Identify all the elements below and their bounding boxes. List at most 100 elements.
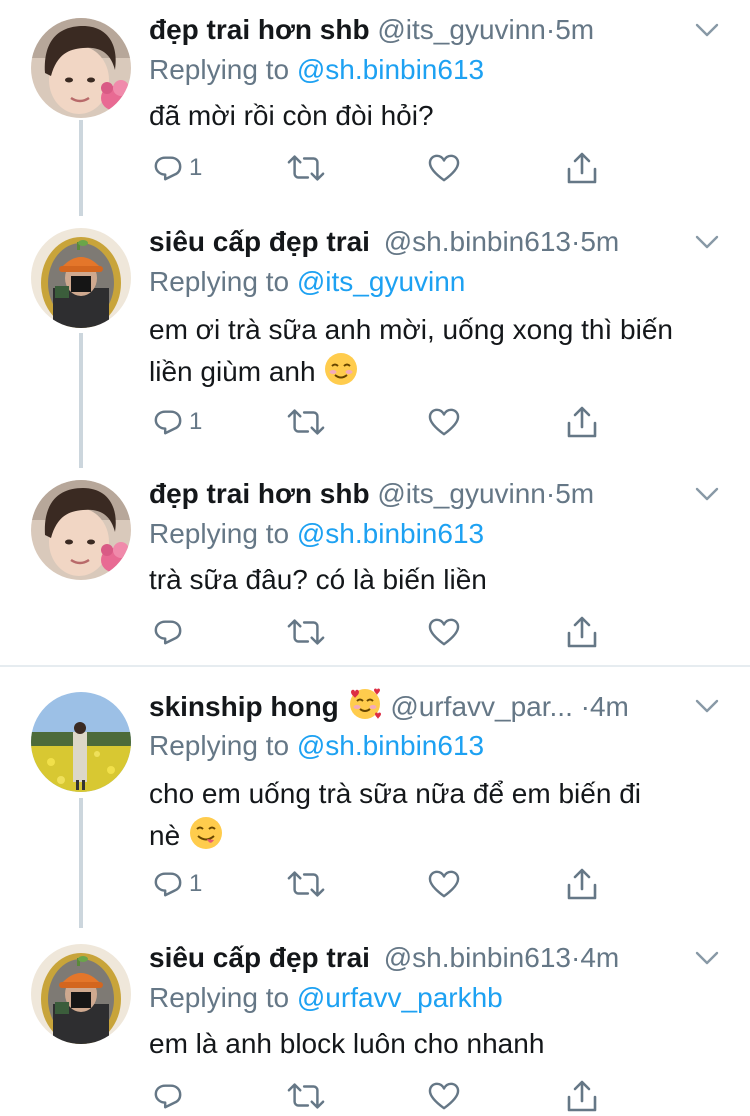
share-button[interactable] <box>566 1076 598 1116</box>
reply-button[interactable]: 1 <box>153 148 202 188</box>
share-button[interactable] <box>566 612 598 652</box>
retweet-button[interactable] <box>287 1076 325 1116</box>
tweet-text: cho em uống trà sữa nữa để em biến đi nè <box>149 773 724 857</box>
display-name[interactable]: siêu cấp đẹp trai <box>149 226 370 257</box>
replying-to-label: Replying to <box>149 982 290 1013</box>
tweet[interactable]: siêu cấp đẹp trai @sh.binbin613·4m Reply… <box>0 938 750 1108</box>
replying-to-label: Replying to <box>149 730 290 761</box>
like-icon <box>428 153 460 183</box>
tweet-text-line: liền giùm anh <box>149 351 724 393</box>
display-name[interactable]: skinship hong <box>149 691 339 722</box>
reply-button[interactable] <box>153 1076 183 1116</box>
share-icon <box>566 867 598 901</box>
tweet[interactable]: đẹp trai hơn shb @its_gyuvinn·5m Replyin… <box>0 474 750 664</box>
replying-to: Replying to @sh.binbin613 <box>149 514 484 554</box>
user-handle[interactable]: @sh.binbin613 <box>384 942 571 973</box>
tweet[interactable]: đẹp trai hơn shb @its_gyuvinn·5m Replyin… <box>0 10 750 210</box>
like-button[interactable] <box>428 612 460 652</box>
reply-icon <box>153 406 183 438</box>
chevron-down-icon[interactable] <box>694 948 720 968</box>
reply-icon <box>153 1080 183 1112</box>
like-icon <box>428 1081 460 1111</box>
avatar[interactable] <box>31 944 131 1044</box>
tweet-text: đã mời rồi còn đòi hỏi? <box>149 100 434 131</box>
share-icon <box>566 615 598 649</box>
chevron-down-icon[interactable] <box>694 20 720 40</box>
like-button[interactable] <box>428 402 460 442</box>
reply-button[interactable]: 1 <box>153 864 202 904</box>
reply-count: 1 <box>189 870 203 897</box>
retweet-icon <box>287 406 325 438</box>
retweet-button[interactable] <box>287 402 325 442</box>
reply-button[interactable]: 1 <box>153 402 202 442</box>
tweet-text-line: em ơi trà sữa anh mời, uống xong thì biế… <box>149 314 673 345</box>
user-handle[interactable]: @its_gyuvinn <box>377 14 546 45</box>
smiling-face-with-hearts-emoji <box>347 686 383 722</box>
like-button[interactable] <box>428 864 460 904</box>
relieved-smile-emoji <box>323 351 359 387</box>
retweet-icon <box>287 868 325 900</box>
replying-to-label: Replying to <box>149 518 290 549</box>
retweet-button[interactable] <box>287 612 325 652</box>
like-icon <box>428 617 460 647</box>
tweet-text-line: nè <box>149 815 724 857</box>
display-name[interactable]: đẹp trai hơn shb <box>149 14 370 45</box>
retweet-icon <box>287 1080 325 1112</box>
timestamp[interactable]: 5m <box>555 478 594 509</box>
avatar[interactable] <box>31 228 131 328</box>
user-handle[interactable]: @its_gyuvinn <box>377 478 546 509</box>
tweet-text-line-content: liền giùm anh <box>149 356 316 387</box>
separator-dot: · <box>580 691 590 722</box>
retweet-icon <box>287 152 325 184</box>
display-name[interactable]: đẹp trai hơn shb <box>149 478 370 509</box>
avatar[interactable] <box>31 480 131 580</box>
replying-to-label: Replying to <box>149 266 290 297</box>
mention-link[interactable]: @sh.binbin613 <box>297 54 484 85</box>
timestamp[interactable]: 4m <box>590 691 629 722</box>
like-button[interactable] <box>428 1076 460 1116</box>
tweet-text-line-content: nè <box>149 820 181 851</box>
timestamp[interactable]: 5m <box>580 226 619 257</box>
mention-link[interactable]: @sh.binbin613 <box>297 730 484 761</box>
reply-count: 1 <box>189 408 203 435</box>
user-handle[interactable]: @sh.binbin613 <box>384 226 571 257</box>
reply-icon <box>153 616 183 648</box>
avatar[interactable] <box>31 18 131 118</box>
mention-link[interactable]: @sh.binbin613 <box>297 518 484 549</box>
chevron-down-icon[interactable] <box>694 484 720 504</box>
like-icon <box>428 407 460 437</box>
display-name[interactable]: siêu cấp đẹp trai <box>149 942 370 973</box>
tweet-text: trà sữa đâu? có là biến liền <box>149 564 487 595</box>
yum-face-emoji <box>188 815 224 851</box>
share-icon <box>566 405 598 439</box>
replying-to-label: Replying to <box>149 54 290 85</box>
retweet-button[interactable] <box>287 148 325 188</box>
like-button[interactable] <box>428 148 460 188</box>
chevron-down-icon[interactable] <box>694 232 720 252</box>
tweet[interactable]: siêu cấp đẹp trai @sh.binbin613·5m Reply… <box>0 222 750 462</box>
chevron-down-icon[interactable] <box>694 696 720 716</box>
separator-dot: · <box>570 942 581 973</box>
share-button[interactable] <box>566 148 598 188</box>
mention-link[interactable]: @its_gyuvinn <box>297 266 466 297</box>
replying-to: Replying to @sh.binbin613 <box>149 50 484 90</box>
mention-link[interactable]: @urfavv_parkhb <box>297 982 503 1013</box>
tweet-text: em là anh block luôn cho nhanh <box>149 1028 545 1059</box>
user-handle[interactable]: @urfavv_par... <box>390 691 573 722</box>
tweet[interactable]: skinship hong @urfavv_par... ·4m Replyin… <box>0 686 750 926</box>
timestamp[interactable]: 4m <box>580 942 619 973</box>
like-icon <box>428 869 460 899</box>
share-button[interactable] <box>566 402 598 442</box>
reply-icon <box>153 868 183 900</box>
reply-button[interactable] <box>153 612 183 652</box>
timestamp[interactable]: 5m <box>555 14 594 45</box>
separator-dot: · <box>545 14 556 45</box>
reply-icon <box>153 152 183 184</box>
avatar[interactable] <box>31 692 131 792</box>
reply-count: 1 <box>189 154 203 181</box>
retweet-button[interactable] <box>287 864 325 904</box>
tweet-text-line: cho em uống trà sữa nữa để em biến đi <box>149 778 641 809</box>
tweet-text: em ơi trà sữa anh mời, uống xong thì biế… <box>149 309 724 393</box>
separator-dot: · <box>545 478 556 509</box>
share-button[interactable] <box>566 864 598 904</box>
